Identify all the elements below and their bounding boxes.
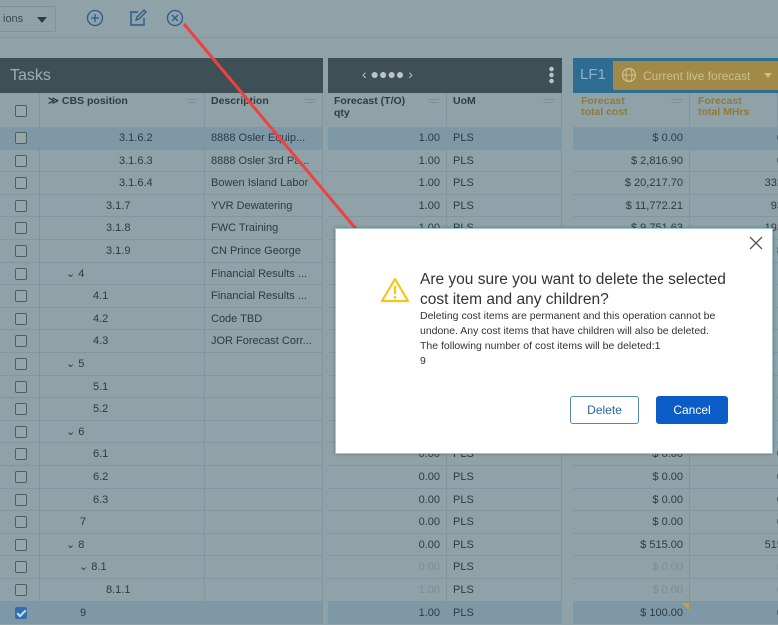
warning-icon bbox=[380, 277, 410, 303]
dialog-body: Deleting cost items are permanent and th… bbox=[420, 309, 740, 369]
cancel-button[interactable]: Cancel bbox=[656, 396, 728, 424]
close-icon[interactable] bbox=[748, 235, 764, 251]
dialog-count-label: The following number of cost items will … bbox=[420, 340, 661, 352]
dialog-count-value: 9 bbox=[420, 355, 426, 367]
delete-button[interactable]: Delete bbox=[570, 396, 639, 424]
delete-confirm-dialog: Are you sure you want to delete the sele… bbox=[335, 228, 773, 454]
dialog-message: Deleting cost items are permanent and th… bbox=[420, 310, 716, 337]
dialog-title: Are you sure you want to delete the sele… bbox=[420, 271, 726, 308]
